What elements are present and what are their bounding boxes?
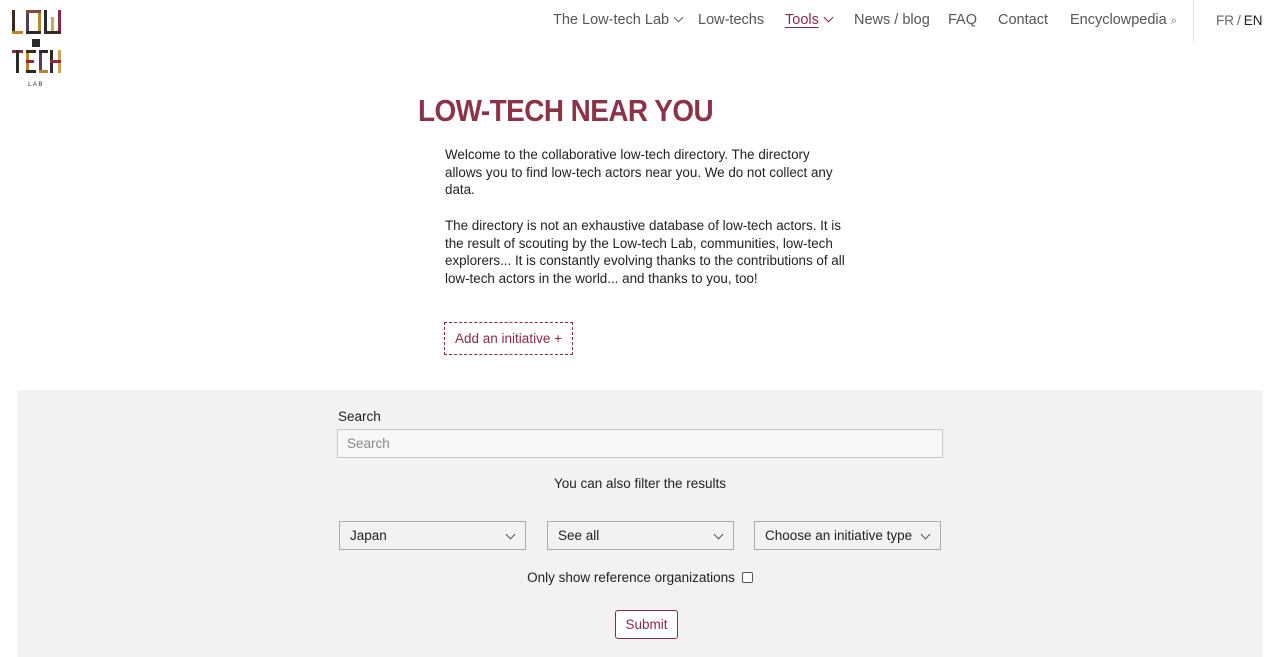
- country-select[interactable]: Japan: [339, 521, 526, 550]
- nav-item-faq[interactable]: FAQ: [948, 12, 977, 28]
- chevron-down-icon: [920, 529, 931, 540]
- nav-item-tools[interactable]: Tools: [785, 12, 834, 28]
- nav-item-label: News / blog: [854, 12, 930, 28]
- initiative-type-select-value: Choose an initiative type: [765, 528, 913, 543]
- category-select[interactable]: See all: [547, 521, 734, 550]
- add-initiative-button[interactable]: Add an initiative +: [444, 322, 573, 355]
- intro-paragraph-1: Welcome to the collaborative low-tech di…: [445, 147, 833, 198]
- nav-item-encyclowpedia[interactable]: Encyclowpedia ⌕: [1070, 12, 1177, 28]
- reference-organizations-filter: Only show reference organizations: [337, 570, 943, 585]
- reference-organizations-checkbox[interactable]: [741, 572, 753, 583]
- nav-item-label: Low-techs: [698, 12, 765, 28]
- reference-organizations-label: Only show reference organizations: [527, 570, 735, 585]
- chevron-down-icon: [713, 529, 724, 540]
- nav-item-news-blog[interactable]: News / blog: [854, 12, 930, 28]
- svg-text:LAB: LAB: [28, 82, 44, 88]
- nav-item-the-low-tech-lab[interactable]: The Low-tech Lab: [553, 12, 684, 28]
- nav-divider: [1193, 0, 1194, 42]
- lang-fr-link[interactable]: FR: [1216, 13, 1234, 28]
- chevron-down-icon: [505, 529, 516, 540]
- submit-button[interactable]: Submit: [615, 610, 678, 639]
- initiative-type-select[interactable]: Choose an initiative type: [754, 521, 941, 550]
- lang-separator: /: [1237, 13, 1241, 28]
- intro-paragraph-2: The directory is not an exhaustive datab…: [445, 217, 845, 286]
- country-select-value: Japan: [350, 528, 387, 543]
- search-label: Search: [338, 409, 381, 424]
- main-nav: The Low-tech Lab Low-techs Tools News / …: [0, 0, 1280, 42]
- filter-hint: You can also filter the results: [553, 476, 727, 491]
- search-icon: ⌕: [1170, 15, 1177, 27]
- nav-item-label: Contact: [998, 12, 1048, 28]
- page-title: LOW-TECH NEAR YOU: [418, 93, 714, 128]
- category-select-value: See all: [558, 528, 600, 543]
- language-switcher: FR / EN: [1216, 13, 1263, 28]
- nav-item-low-techs[interactable]: Low-techs: [698, 12, 764, 28]
- nav-item-contact[interactable]: Contact: [998, 12, 1048, 28]
- chevron-down-icon: [673, 12, 684, 23]
- nav-item-label: FAQ: [948, 12, 978, 28]
- search-input[interactable]: [337, 429, 943, 458]
- intro-text: Welcome to the collaborative low-tech di…: [445, 146, 845, 288]
- nav-item-label: Encyclowpedia: [1070, 12, 1167, 28]
- lang-en-link[interactable]: EN: [1244, 13, 1263, 28]
- nav-item-label: The Low-tech Lab: [553, 12, 670, 28]
- chevron-down-icon: [823, 12, 834, 23]
- nav-item-label: Tools: [785, 12, 819, 28]
